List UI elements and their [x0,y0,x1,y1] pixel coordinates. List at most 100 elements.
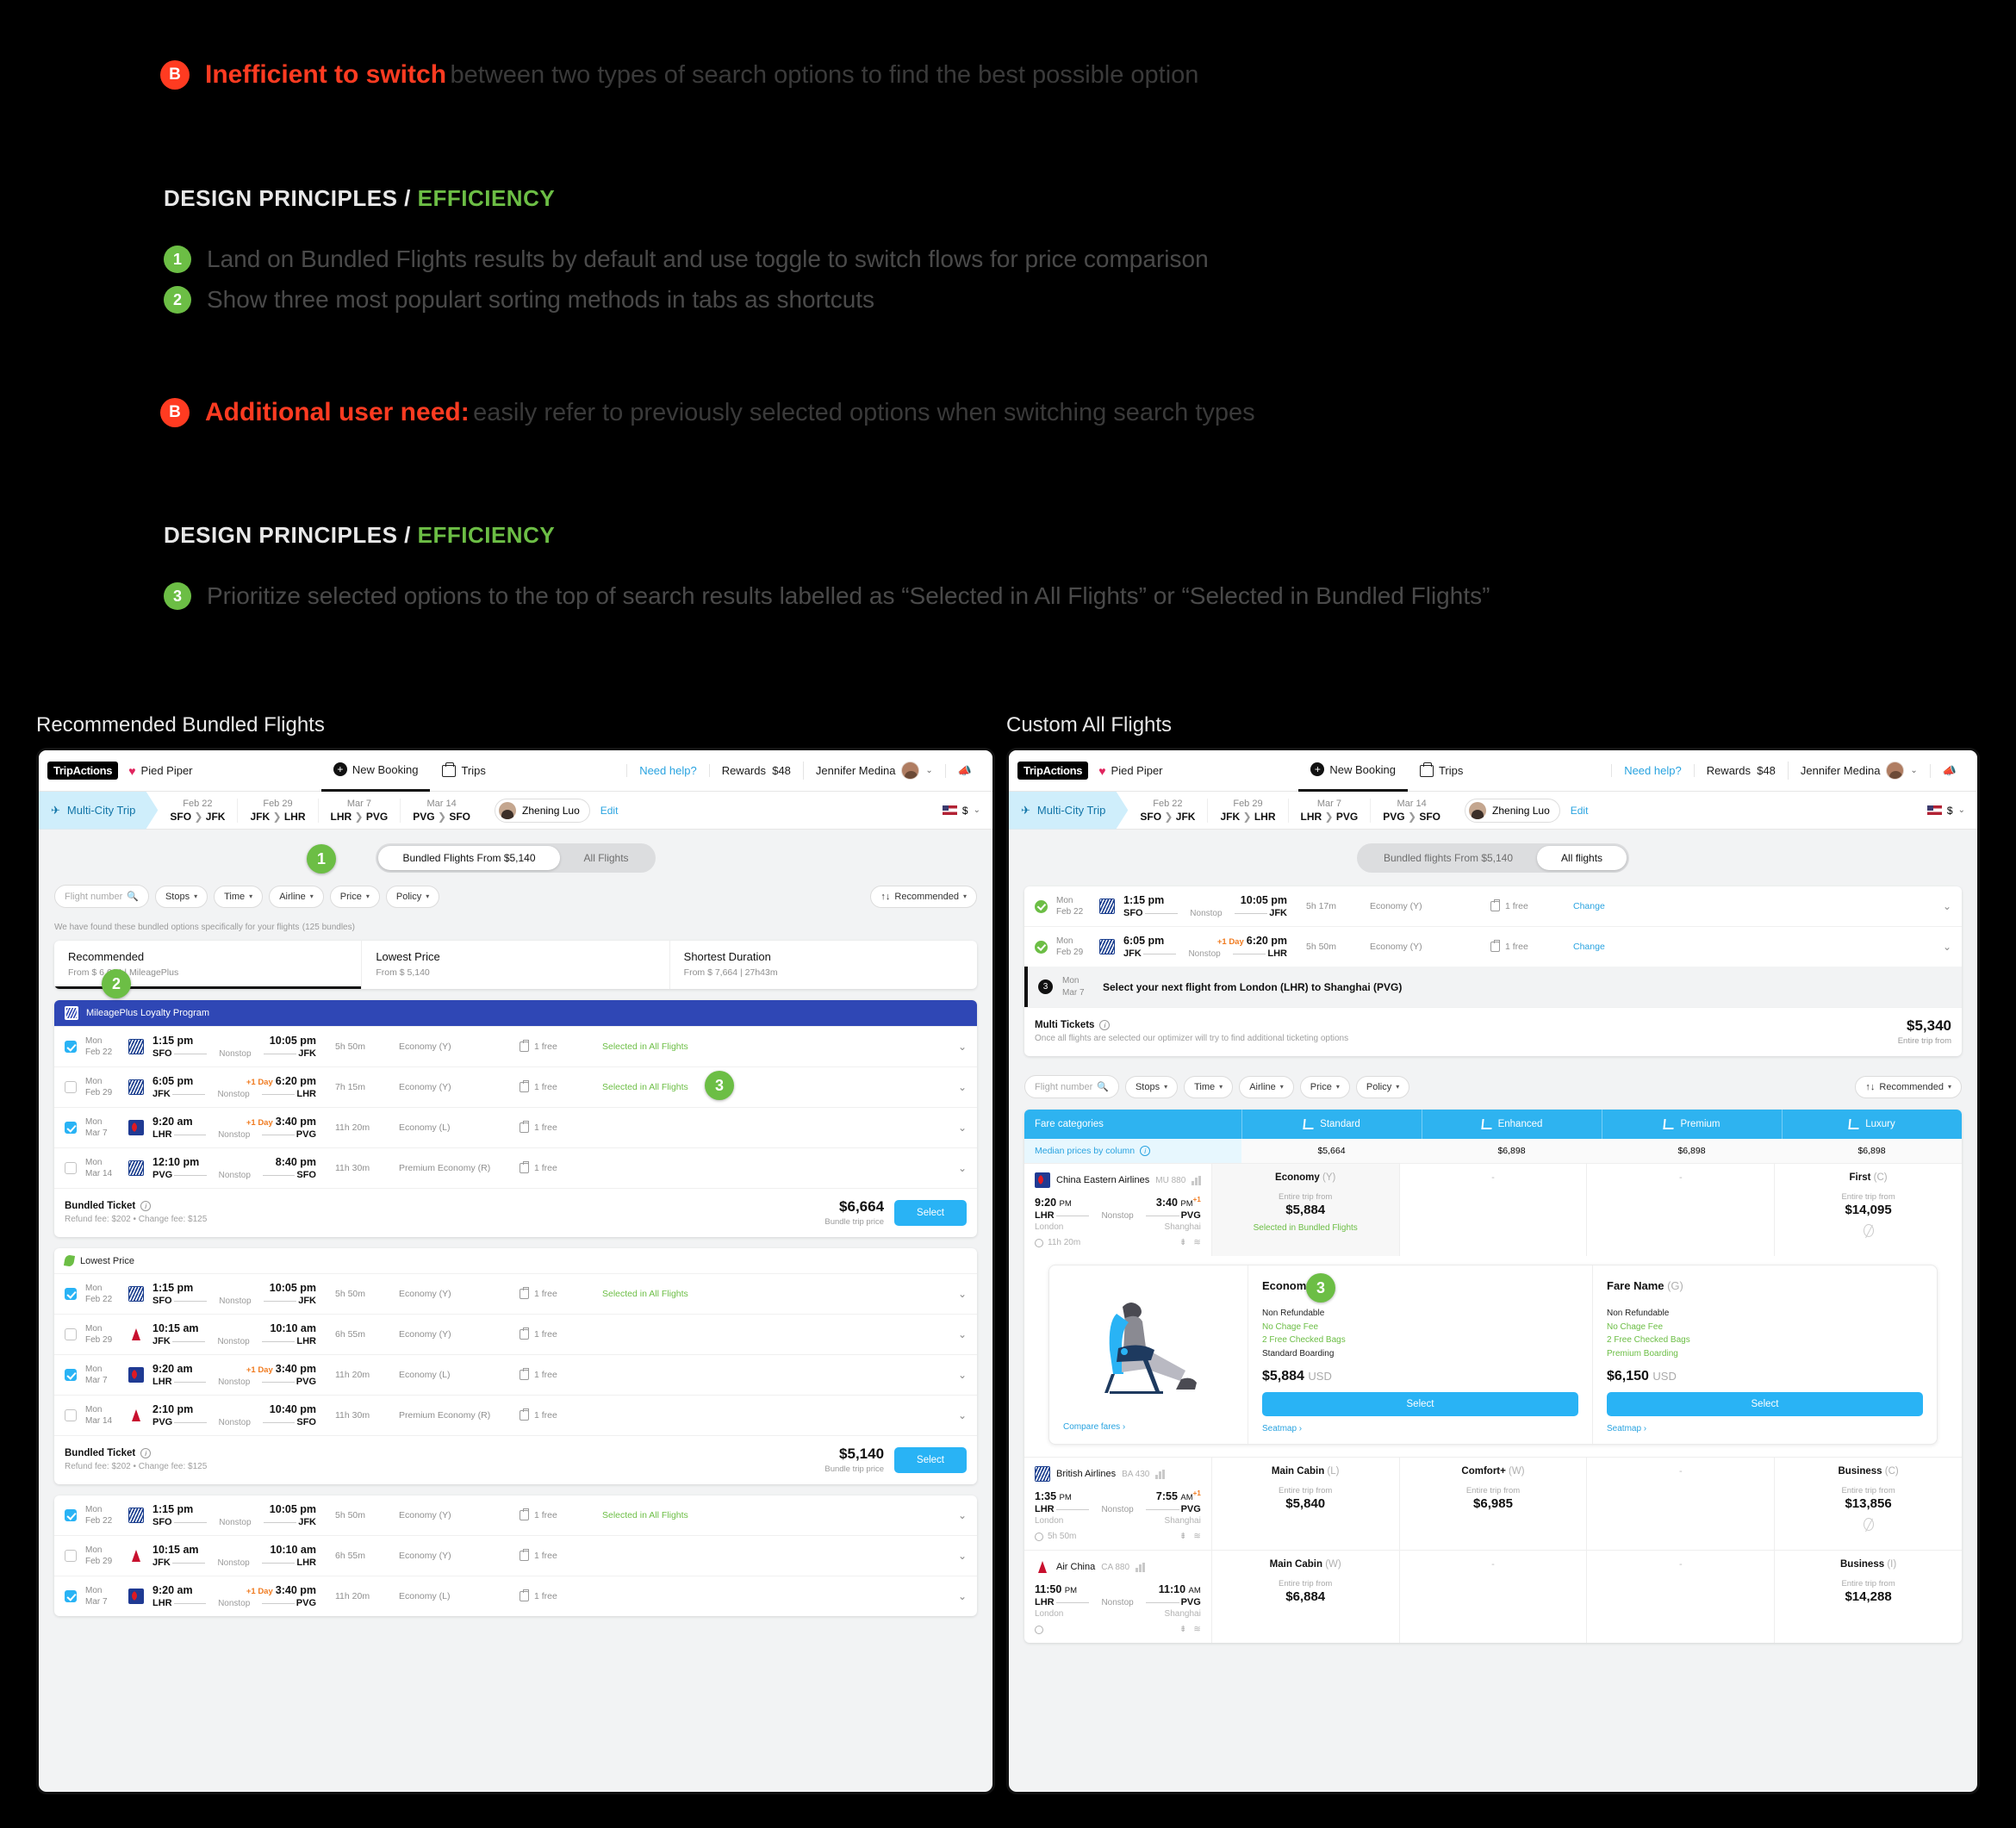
flight-checkbox[interactable] [65,1041,77,1053]
expand-row-chevron-icon[interactable]: ⌄ [958,1041,967,1053]
trip-leg[interactable]: Feb 29 JFK ❯ LHR [238,798,319,823]
trip-leg[interactable]: Feb 29 JFK ❯ LHR [1208,798,1289,823]
nav-new-booking[interactable]: + New Booking [320,750,431,792]
flight-row[interactable]: Mon Mar 7 9:20 am +1 Day 3:40 pm LHR Nonst… [54,1107,977,1147]
toggle-bundled-flights[interactable]: Bundled Flights From $5,140 [378,846,560,870]
change-flight-link[interactable]: Change [1573,901,1605,911]
flight-checkbox[interactable] [65,1509,77,1521]
toggle-bundled-flights[interactable]: Bundled flights From $5,140 [1360,846,1537,870]
filter-price[interactable]: Price ▾ [1299,1075,1350,1098]
flight-checkbox[interactable] [65,1369,77,1381]
fare-cell[interactable]: First (C) Entire trip from $14,095 [1774,1164,1962,1257]
traveler-chip[interactable]: Zhening Luo [1465,798,1560,823]
flight-row[interactable]: Mon Feb 29 6:05 pm +1 Day 6:20 pm JFK Nons… [54,1066,977,1107]
fare-cell[interactable]: Main Cabin (W) Entire trip from $6,884 [1210,1551,1399,1644]
change-flight-link[interactable]: Change [1573,942,1605,952]
expand-row-chevron-icon[interactable]: ⌄ [958,1409,967,1421]
announcements-icon[interactable]: 📣 [944,763,984,778]
expand-row-chevron-icon[interactable]: ⌄ [958,1550,967,1562]
filter-stops[interactable]: Stops ▾ [1124,1075,1179,1098]
need-help-link[interactable]: Need help? [1611,764,1694,777]
search-mode-toggle[interactable]: Bundled Flights From $5,140 All Flights [376,843,656,873]
expand-row-chevron-icon[interactable]: ⌄ [958,1162,967,1174]
trip-leg[interactable]: Mar 14 PVG ❯ SFO [1371,799,1453,823]
flight-row[interactable]: Mon Feb 22 1:15 pm 10:05 pm SFO Nonstop J… [54,1495,977,1535]
sort-tab-recommended[interactable]: Recommended From $ 6,664 | MileagePlus [54,941,363,989]
flight-row[interactable]: Mon Feb 29 10:15 am 10:10 am JFK Nonstop … [54,1535,977,1576]
announcements-icon[interactable]: 📣 [1929,763,1969,778]
currency-selector[interactable]: $ ⌄ [942,805,992,817]
edit-trip-link[interactable]: Edit [1571,805,1589,817]
expand-row-chevron-icon[interactable]: ⌄ [1943,941,1951,953]
trip-type-tag[interactable]: ✈ Multi-City Trip [39,792,158,830]
toggle-all-flights[interactable]: All flights [1537,846,1627,870]
flight-checkbox[interactable] [65,1081,77,1093]
tripactions-logo[interactable]: TripActions [47,762,119,780]
flight-row[interactable]: Mon Feb 29 6:05 pm +1 Day 6:20 pm JFK Nons… [1024,926,1962,967]
trip-leg[interactable]: Mar 7 LHR ❯ PVG [1289,798,1372,823]
select-bundle-button[interactable]: Select [894,1446,967,1473]
info-icon[interactable]: i [1140,1146,1151,1156]
trip-leg[interactable]: Mar 14 PVG ❯ SFO [401,799,482,823]
expand-row-chevron-icon[interactable]: ⌄ [958,1590,967,1602]
fare-cell[interactable]: Comfort+ (W) Entire trip from $6,985 [1398,1458,1587,1551]
search-input[interactable]: Flight number 🔍 [54,885,149,908]
toggle-all-flights[interactable]: All Flights [560,846,653,870]
flight-row[interactable]: Mon Feb 22 1:15 pm 10:05 pm SFO Nonstop J… [54,1026,977,1066]
fare-cell[interactable]: Business (C) Entire trip from $13,856 [1774,1458,1962,1551]
fare-cell[interactable]: Main Cabin (L) Entire trip from $5,840 [1210,1458,1399,1551]
flight-row[interactable]: Mon Mar 14 2:10 pm 10:40 pm PVG Nonstop S… [54,1395,977,1435]
rewards-display[interactable]: Rewards $48 [1693,764,1788,777]
rewards-display[interactable]: Rewards $48 [708,764,803,777]
flight-row[interactable]: Mon Mar 14 12:10 pm 8:40 pm PVG Nonstop S… [54,1147,977,1188]
flight-checkbox[interactable] [65,1328,77,1340]
sort-tab-shortest-duration[interactable]: Shortest Duration From $ 7,664 | 27h43m [670,941,977,989]
flight-checkbox[interactable] [65,1409,77,1421]
need-help-link[interactable]: Need help? [626,764,709,777]
flight-row[interactable]: Mon Feb 22 1:15 pm 10:05 pm SFO Nonstop J… [1024,886,1962,926]
select-bundle-button[interactable]: Select [894,1199,967,1226]
expand-row-chevron-icon[interactable]: ⌄ [958,1081,967,1093]
filter-policy[interactable]: Policy ▾ [385,885,440,908]
flight-row[interactable]: Mon Feb 29 10:15 am 10:10 am JFK Nonstop … [54,1314,977,1354]
expand-row-chevron-icon[interactable]: ⌄ [958,1509,967,1521]
nav-trips[interactable]: Trips [1408,762,1475,777]
flight-checkbox[interactable] [65,1122,77,1134]
filter-policy[interactable]: Policy ▾ [1355,1075,1410,1098]
info-icon[interactable]: i [1099,1020,1111,1030]
filter-time[interactable]: Time ▾ [214,885,264,908]
flight-row[interactable]: Mon Mar 7 9:20 am +1 Day 3:40 pm LHR Nonst… [54,1354,977,1395]
nav-new-booking[interactable]: + New Booking [1298,750,1408,792]
select-fare-button[interactable]: Select [1262,1392,1578,1417]
filter-stops[interactable]: Stops ▾ [154,885,208,908]
flight-checkbox[interactable] [65,1288,77,1300]
nav-trips[interactable]: Trips [430,762,497,777]
flight-checkbox[interactable] [65,1550,77,1562]
user-menu[interactable]: Jennifer Medina ⌄ [1787,762,1930,780]
currency-selector[interactable]: $ ⌄ [1926,805,1977,817]
user-menu[interactable]: Jennifer Medina ⌄ [802,762,945,780]
flight-checkbox[interactable] [65,1162,77,1174]
edit-trip-link[interactable]: Edit [600,805,619,817]
info-icon[interactable]: i [140,1448,152,1458]
expand-row-chevron-icon[interactable]: ⌄ [1943,900,1951,912]
sort-selector[interactable]: ↑↓ Recommended ▾ [870,885,977,908]
trip-leg[interactable]: Feb 22 SFO ❯ JFK [1128,798,1209,823]
select-fare-button[interactable]: Select [1607,1392,1923,1417]
compare-fares-link[interactable]: Compare fares › [1063,1422,1234,1432]
search-mode-toggle[interactable]: Bundled flights From $5,140 All flights [1356,843,1630,873]
expand-row-chevron-icon[interactable]: ⌄ [958,1288,967,1300]
seatmap-link[interactable]: Seatmap › [1607,1424,1923,1433]
fare-cell[interactable]: Business (I) Entire trip from $14,288 [1774,1551,1962,1644]
trip-leg[interactable]: Feb 22 SFO ❯ JFK [158,798,239,823]
filter-airline[interactable]: Airline ▾ [269,885,324,908]
traveler-chip[interactable]: Zhening Luo [495,798,590,823]
search-input[interactable]: Flight number 🔍 [1024,1075,1119,1098]
expand-row-chevron-icon[interactable]: ⌄ [958,1122,967,1134]
fare-cell[interactable]: Economy (Y) Entire trip from $5,884 Sele… [1210,1164,1399,1257]
filter-time[interactable]: Time ▾ [1184,1075,1234,1098]
flight-checkbox[interactable] [65,1590,77,1602]
tripactions-logo[interactable]: TripActions [1017,762,1089,780]
trip-type-tag[interactable]: ✈ Multi-City Trip [1009,792,1128,830]
expand-row-chevron-icon[interactable]: ⌄ [958,1369,967,1381]
